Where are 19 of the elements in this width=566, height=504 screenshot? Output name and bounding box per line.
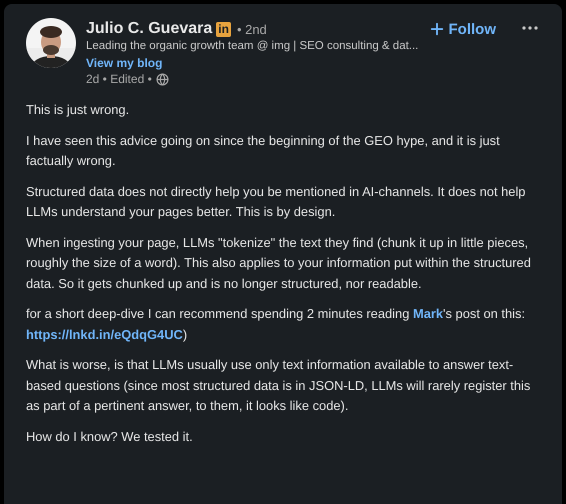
post-paragraph: for a short deep-dive I can recommend spending 2 minutes reading Mark's post on this: https://lnkd.in/eQdqG4UC) xyxy=(26,305,526,344)
premium-badge: in xyxy=(216,22,231,36)
post-paragraph: This is just wrong. xyxy=(26,101,130,119)
post-paragraph: I have seen this advice going on since the beginning of the GEO hype, and it is just factually wrong. xyxy=(26,132,501,170)
more-icon xyxy=(522,26,538,30)
post-paragraph: Structured data does not directly help you be mentioned in AI-channels. It does not help LLMs understand your pages better. This is by design. xyxy=(26,182,526,221)
mention-link[interactable]: Mark xyxy=(412,306,444,321)
follow-button[interactable]: Follow xyxy=(428,20,496,38)
blog-link[interactable]: View my blog xyxy=(86,56,418,70)
globe-icon xyxy=(156,72,169,86)
author-name[interactable]: Julio C. Guevara xyxy=(86,20,212,38)
post-paragraph: What is worse, is that LLMs usually use only text information available to answer text-based questions (since most structured data is in JSON-LD, LLMs will rarely register this as part of a pertinent answer, to them, it looks like code). xyxy=(26,356,532,415)
url-link[interactable]: https://lnkd.in/eQdqG4UC xyxy=(26,326,183,342)
connection-degree: • 2nd xyxy=(236,22,267,36)
post-paragraph: How do I know? We tested it. xyxy=(26,428,194,446)
post-paragraph: When ingesting your page, LLMs "tokenize" the text they find (chunk it up in little pieces, roughly the size of a word). This also applies to your information put within the structured data. So it gets chunked up and is no longer structured, nor readable. xyxy=(26,234,532,293)
post-meta: 2d • Edited • xyxy=(86,72,152,86)
more-button[interactable] xyxy=(522,26,538,30)
author-headline: Leading the organic growth team @ img | SEO consulting & dat... xyxy=(86,39,418,54)
